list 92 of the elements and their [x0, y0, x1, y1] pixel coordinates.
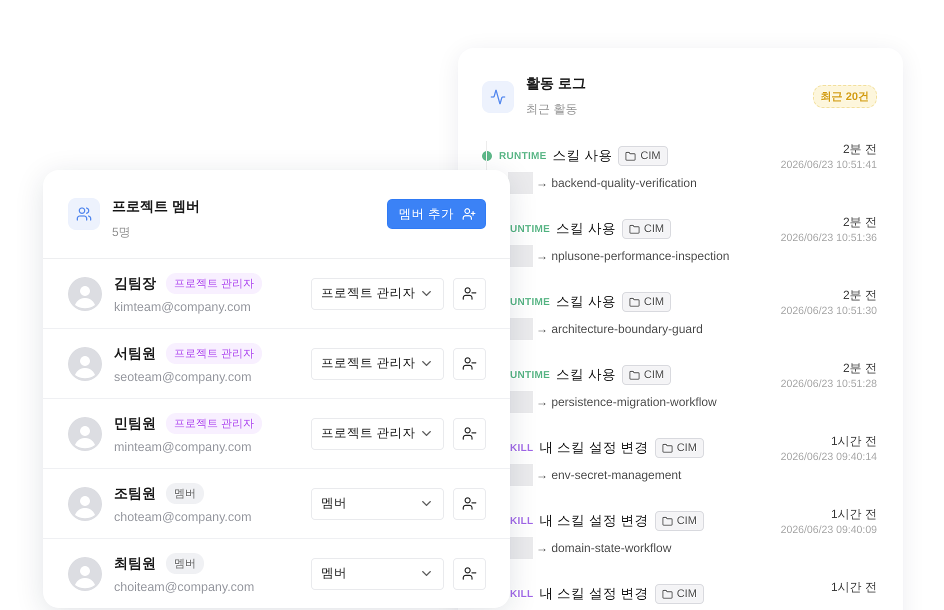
add-member-button[interactable]: 멤버 추가 [386, 199, 486, 229]
users-icon [68, 198, 100, 230]
event-type-label: UNTIME [510, 370, 550, 380]
timestamp: 2026/06/23 10:51:41 [780, 158, 877, 173]
relative-time: 1시간 전 [830, 433, 877, 449]
role-select[interactable]: 프로젝트 관리자 [311, 348, 444, 380]
event-target: → architecture-boundary-guard [536, 322, 703, 336]
member-count: 5명 [112, 224, 132, 241]
relative-time: 2분 전 [842, 287, 877, 303]
relative-time: 2분 전 [842, 360, 877, 376]
folder-icon [662, 516, 673, 526]
event-type-label: KILL [510, 516, 534, 526]
event-action: 스킬 사용 [556, 220, 616, 238]
relative-time: 1시간 전 [830, 506, 877, 522]
project-chip: CIM [654, 584, 704, 604]
role-badge: 프로젝트 관리자 [166, 343, 262, 364]
avatar-icon [68, 556, 102, 590]
redacted-block [508, 172, 533, 194]
project-chip: CIM [654, 511, 704, 531]
project-chip: CIM [622, 292, 672, 312]
relative-time: 2분 전 [842, 141, 877, 157]
folder-icon [625, 150, 636, 162]
timestamp: 2026/06/23 10:51:36 [780, 231, 877, 246]
user-minus-icon [462, 356, 477, 371]
relative-time: 1시간 전 [830, 579, 877, 595]
role-select[interactable]: 멤버 [311, 488, 444, 520]
event-action: 스킬 사용 [556, 293, 616, 311]
remove-member-button[interactable] [453, 418, 486, 450]
remove-member-button[interactable] [453, 348, 486, 380]
member-name: 조팀원 [114, 484, 156, 502]
event-action: 스킬 사용 [552, 147, 612, 165]
timestamp: 2026/06/23 10:51:30 [780, 304, 877, 319]
event-target: → backend-quality-verification [536, 176, 697, 190]
project-chip: CIM [622, 219, 672, 239]
avatar-icon [68, 486, 102, 520]
user-minus-icon [462, 496, 477, 511]
event-action: 내 스킬 설정 변경 [539, 585, 649, 603]
folder-icon [628, 296, 640, 308]
role-select[interactable]: 프로젝트 관리자 [311, 278, 444, 310]
card-title: 프로젝트 멤버 [112, 198, 201, 216]
avatar-icon [68, 276, 102, 310]
count-badge: 최근 20건 [812, 85, 877, 108]
event-type-label: KILL [510, 588, 534, 600]
event-target: → persistence-migration-workflow [536, 395, 717, 409]
member-name: 최팀원 [114, 554, 156, 572]
role-badge: 프로젝트 관리자 [166, 413, 262, 434]
avatar-icon [68, 346, 102, 380]
card-title: 활동 로그 [526, 75, 587, 93]
folder-icon [628, 224, 640, 234]
event-target: → domain-state-workflow [536, 541, 672, 555]
member-email: choiteam@company.com [114, 580, 256, 594]
role-badge: 멤버 [166, 553, 204, 574]
event-type-label: UNTIME [510, 224, 550, 234]
event-target: → nplusone-performance-inspection [536, 249, 730, 263]
project-chip: CIM [622, 365, 672, 385]
folder-icon [662, 442, 673, 454]
member-name: 서팀원 [114, 344, 156, 362]
member-email: kimteam@company.com [114, 300, 252, 314]
member-email: minteam@company.com [114, 440, 252, 454]
relative-time: 2분 전 [842, 214, 877, 230]
folder-icon [662, 588, 673, 600]
role-badge: 프로젝트 관리자 [166, 273, 262, 294]
project-chip: CIM [654, 438, 704, 458]
event-action: 스킬 사용 [556, 366, 616, 384]
member-name: 김팀장 [114, 274, 156, 292]
event-action: 내 스킬 설정 변경 [539, 512, 649, 530]
project-chip: CIM [618, 146, 668, 166]
user-minus-icon [462, 286, 477, 301]
remove-member-button[interactable] [453, 558, 486, 590]
member-name: 민팀원 [114, 414, 156, 432]
timestamp: 2026/06/23 09:40:14 [780, 450, 877, 465]
folder-icon [628, 370, 640, 380]
card-subtitle: 최근 활동 [526, 101, 578, 118]
remove-member-button[interactable] [453, 278, 486, 310]
member-email: choteam@company.com [114, 510, 253, 524]
role-select[interactable]: 프로젝트 관리자 [311, 418, 444, 450]
role-select[interactable]: 멤버 [311, 558, 444, 590]
event-target: → env-secret-management [536, 468, 682, 482]
event-type-label: RUNTIME [499, 150, 547, 162]
user-minus-icon [462, 426, 477, 441]
timestamp: 2026/06/23 10:51:28 [780, 377, 877, 392]
member-email: seoteam@company.com [114, 370, 253, 384]
timestamp: 2026/06/23 09:40:09 [780, 523, 877, 538]
user-plus-icon [462, 207, 476, 221]
event-action: 내 스킬 설정 변경 [539, 439, 649, 457]
role-badge: 멤버 [166, 483, 204, 504]
activity-icon [482, 80, 514, 112]
event-type-label: KILL [510, 442, 534, 454]
user-minus-icon [462, 566, 477, 581]
event-type-label: UNTIME [510, 296, 550, 308]
avatar-icon [68, 416, 102, 450]
remove-member-button[interactable] [453, 488, 486, 520]
